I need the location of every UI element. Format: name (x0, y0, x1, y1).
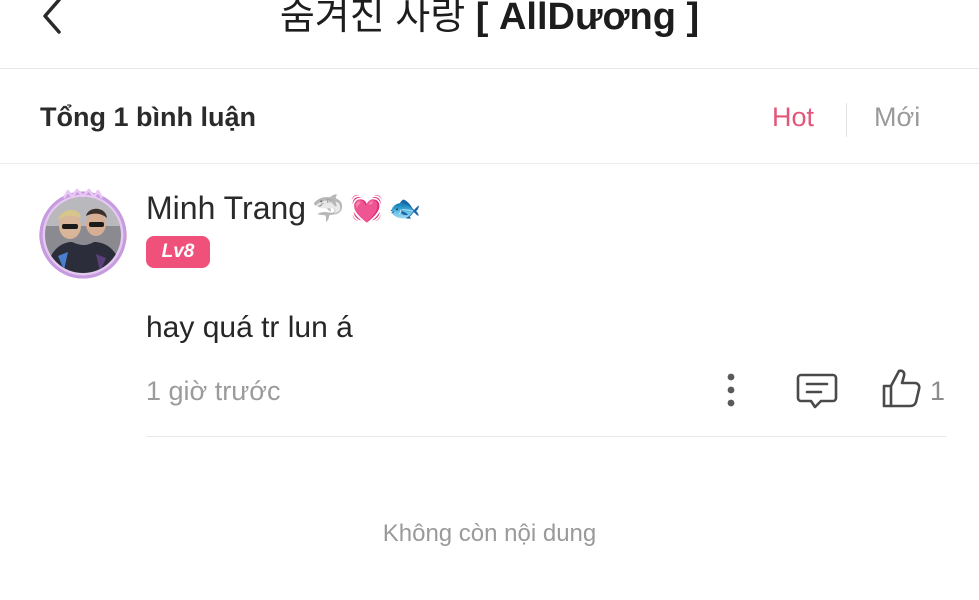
sort-divider (846, 103, 847, 137)
top-bar: 숨겨진 사랑 [ AllDương ] (0, 0, 979, 69)
avatar-image (39, 188, 127, 279)
comment-count: Tổng 1 bình luận (40, 102, 256, 132)
more-options-button[interactable] (714, 370, 748, 410)
sort-hot-tab[interactable]: Hot (772, 101, 814, 133)
page-title: 숨겨진 사랑 [ AllDương ] (0, 0, 979, 40)
heart-icon: 💓 (350, 193, 383, 223)
comment-icon (796, 373, 838, 409)
like-count: 1 (930, 376, 946, 406)
more-vertical-icon (727, 373, 735, 407)
avatar[interactable] (34, 186, 132, 284)
comment-item: Minh Trang 🦈 💓 🐟 Lv8 hay quá tr lun á 1 … (0, 164, 979, 440)
reply-button[interactable] (795, 368, 839, 412)
username[interactable]: Minh Trang (146, 188, 306, 228)
title-korean: 숨겨진 사랑 (279, 0, 466, 38)
comment-timestamp: 1 giờ trước (146, 376, 281, 406)
comment-text: hay quá tr lun á (146, 311, 353, 344)
title-suffix: [ AllDương ] (475, 0, 700, 38)
fish-icon: 🐟 (388, 193, 422, 223)
comment-divider (146, 436, 946, 437)
shark-icon: 🦈 (312, 193, 345, 223)
comment-summary-bar: Tổng 1 bình luận Hot Mới (0, 69, 979, 164)
comments-page: 숨겨진 사랑 [ AllDương ] Tổng 1 bình luận Hot… (0, 0, 979, 600)
like-button[interactable] (880, 366, 924, 410)
username-row: Minh Trang 🦈 💓 🐟 (146, 188, 421, 228)
sort-new-tab[interactable]: Mới (874, 101, 920, 133)
thumbs-up-icon (882, 369, 921, 408)
end-of-content-text: Không còn nội dung (382, 520, 597, 547)
level-badge: Lv8 (146, 236, 210, 268)
